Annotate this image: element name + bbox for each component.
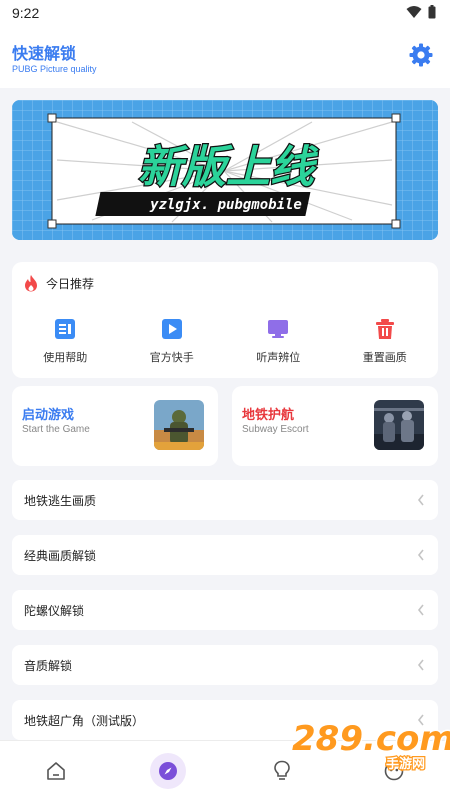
list-item-label: 地铁超广角（测试版）	[24, 714, 145, 728]
battery-icon	[428, 5, 436, 19]
trash-icon	[375, 319, 394, 339]
reset-quality-button[interactable]: 重置画质	[332, 318, 439, 365]
recommend-grid: 使用帮助 官方快手 听声辨位 重置画质	[12, 318, 438, 365]
list-item[interactable]: 经典画质解锁	[12, 535, 438, 575]
monitor-icon	[268, 320, 289, 338]
list-item[interactable]: 地铁超广角（测试版）	[12, 700, 438, 740]
list-item[interactable]: 音质解锁	[12, 645, 438, 685]
status-time: 9:22	[12, 5, 40, 21]
list-item[interactable]: 陀螺仪解锁	[12, 590, 438, 630]
subway-escort-title: 地铁护航	[242, 408, 295, 423]
official-kuaishou-label: 官方快手	[149, 351, 194, 364]
subway-thumbnail	[374, 400, 424, 450]
list-item-label: 地铁逃生画质	[24, 494, 97, 508]
banner-tagline: yzlgjx. pubgmobile	[149, 197, 302, 213]
banner-headline: 新版上线	[138, 142, 319, 193]
app-title: 快速解锁	[12, 44, 77, 63]
start-game-subtitle: Start the Game	[22, 424, 90, 435]
start-game-title: 启动游戏	[22, 408, 75, 423]
recommend-title: 今日推荐	[46, 276, 95, 291]
tab-discover[interactable]	[150, 753, 186, 789]
list-item-label: 陀螺仪解锁	[24, 604, 85, 618]
start-game-card[interactable]: 启动游戏 Start the Game	[12, 386, 218, 466]
wifi-icon	[406, 6, 422, 18]
reset-quality-label: 重置画质	[362, 351, 407, 364]
sound-locate-label: 听声辨位	[256, 351, 301, 364]
fire-icon	[25, 275, 37, 292]
chevron-left-icon	[417, 549, 424, 561]
recommend-card: 今日推荐 使用帮助 官方快手 听声辨位 重置画质	[12, 262, 438, 378]
status-icons	[406, 5, 436, 19]
official-kuaishou-button[interactable]: 官方快手	[119, 318, 226, 365]
recommend-header: 今日推荐	[24, 274, 94, 292]
lightbulb-icon	[274, 760, 290, 780]
bottom-tab-bar	[0, 740, 450, 800]
status-bar: 9:22	[0, 0, 450, 26]
video-play-icon	[161, 319, 182, 339]
chevron-left-icon	[417, 659, 424, 671]
list-item-label: 经典画质解锁	[24, 549, 97, 563]
settings-button[interactable]	[408, 42, 434, 68]
subway-escort-subtitle: Subway Escort	[242, 424, 309, 435]
list-item[interactable]: 地铁逃生画质	[12, 480, 438, 520]
pubg-thumbnail	[154, 400, 204, 450]
home-icon	[47, 762, 65, 780]
tab-home[interactable]	[38, 753, 74, 789]
chevron-left-icon	[417, 494, 424, 506]
chevron-left-icon	[417, 714, 424, 726]
face-icon	[384, 761, 404, 781]
promo-banner[interactable]: 新版上线 yzlgjx. pubgmobile	[12, 100, 438, 240]
app-header: 快速解锁 PUBG Picture quality	[0, 26, 450, 88]
compass-icon	[159, 762, 177, 780]
tab-tips[interactable]	[264, 753, 300, 789]
list-item-label: 音质解锁	[24, 659, 73, 673]
sound-locate-button[interactable]: 听声辨位	[225, 318, 332, 365]
help-doc-icon	[55, 319, 76, 339]
help-label: 使用帮助	[43, 351, 88, 364]
chevron-left-icon	[417, 604, 424, 616]
tab-profile[interactable]	[376, 753, 412, 789]
gear-icon	[409, 43, 433, 67]
banner-artwork: 新版上线 yzlgjx. pubgmobile	[12, 100, 438, 240]
help-button[interactable]: 使用帮助	[12, 318, 119, 365]
subway-escort-card[interactable]: 地铁护航 Subway Escort	[232, 386, 438, 466]
app-subtitle: PUBG Picture quality	[12, 64, 97, 74]
